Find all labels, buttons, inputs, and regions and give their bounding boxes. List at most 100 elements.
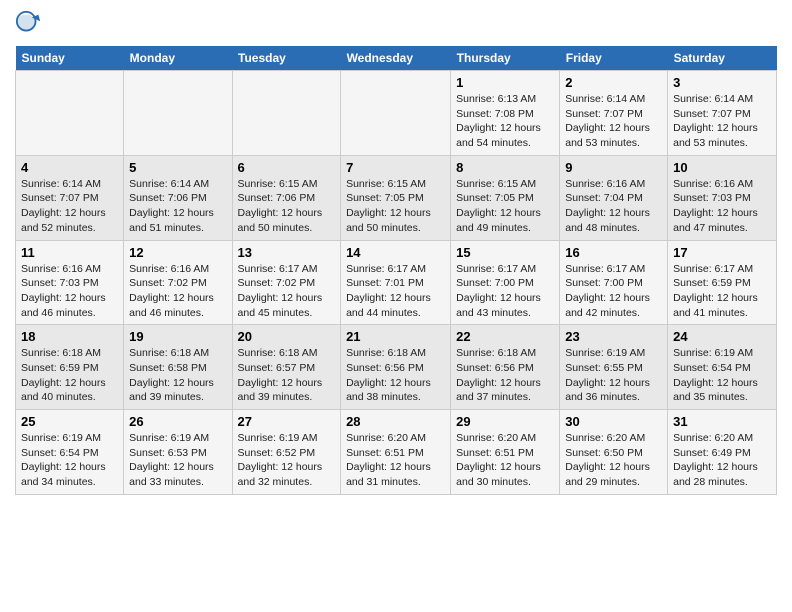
calendar-cell: 28 Sunrise: 6:20 AM Sunset: 6:51 PM Dayli… [341, 410, 451, 495]
day-info: Sunrise: 6:20 AM Sunset: 6:51 PM Dayligh… [346, 431, 445, 490]
day-number: 31 [673, 414, 771, 429]
day-info: Sunrise: 6:16 AM Sunset: 7:04 PM Dayligh… [565, 177, 662, 236]
day-number: 16 [565, 245, 662, 260]
day-info: Sunrise: 6:18 AM Sunset: 6:58 PM Dayligh… [129, 346, 226, 405]
calendar-cell [341, 71, 451, 156]
day-info: Sunrise: 6:19 AM Sunset: 6:54 PM Dayligh… [21, 431, 118, 490]
day-number: 24 [673, 329, 771, 344]
week-row-2: 4 Sunrise: 6:14 AM Sunset: 7:07 PM Daylig… [16, 155, 777, 240]
day-info: Sunrise: 6:17 AM Sunset: 7:01 PM Dayligh… [346, 262, 445, 321]
day-info: Sunrise: 6:17 AM Sunset: 6:59 PM Dayligh… [673, 262, 771, 321]
day-info: Sunrise: 6:17 AM Sunset: 7:00 PM Dayligh… [456, 262, 554, 321]
day-number: 7 [346, 160, 445, 175]
calendar-cell: 10 Sunrise: 6:16 AM Sunset: 7:03 PM Dayli… [668, 155, 777, 240]
day-info: Sunrise: 6:18 AM Sunset: 6:57 PM Dayligh… [238, 346, 336, 405]
calendar-cell: 22Sunrise: 6:18 AM Sunset: 6:56 PM Dayli… [451, 325, 560, 410]
day-info: Sunrise: 6:16 AM Sunset: 7:03 PM Dayligh… [21, 262, 118, 321]
calendar-cell: 23 Sunrise: 6:19 AM Sunset: 6:55 PM Dayli… [560, 325, 668, 410]
day-header-thursday: Thursday [451, 46, 560, 71]
calendar-cell: 9 Sunrise: 6:16 AM Sunset: 7:04 PM Daylig… [560, 155, 668, 240]
day-info: Sunrise: 6:15 AM Sunset: 7:05 PM Dayligh… [346, 177, 445, 236]
calendar-cell: 26 Sunrise: 6:19 AM Sunset: 6:53 PM Dayli… [124, 410, 232, 495]
day-info: Sunrise: 6:19 AM Sunset: 6:53 PM Dayligh… [129, 431, 226, 490]
calendar-table: SundayMondayTuesdayWednesdayThursdayFrid… [15, 46, 777, 495]
day-number: 15 [456, 245, 554, 260]
logo [15, 10, 47, 38]
day-header-friday: Friday [560, 46, 668, 71]
calendar-cell: 16 Sunrise: 6:17 AM Sunset: 7:00 PM Dayli… [560, 240, 668, 325]
day-info: Sunrise: 6:19 AM Sunset: 6:52 PM Dayligh… [238, 431, 336, 490]
day-number: 11 [21, 245, 118, 260]
week-row-1: 1 Sunrise: 6:13 AM Sunset: 7:08 PM Daylig… [16, 71, 777, 156]
day-number: 1 [456, 75, 554, 90]
day-header-saturday: Saturday [668, 46, 777, 71]
calendar-cell: 15 Sunrise: 6:17 AM Sunset: 7:00 PM Dayli… [451, 240, 560, 325]
calendar-cell: 21 Sunrise: 6:18 AM Sunset: 6:56 PM Dayli… [341, 325, 451, 410]
day-number: 20 [238, 329, 336, 344]
day-number: 14 [346, 245, 445, 260]
calendar-cell: 30 Sunrise: 6:20 AM Sunset: 6:50 PM Dayli… [560, 410, 668, 495]
day-header-sunday: Sunday [16, 46, 124, 71]
day-number: 2 [565, 75, 662, 90]
calendar-cell: 4 Sunrise: 6:14 AM Sunset: 7:07 PM Daylig… [16, 155, 124, 240]
day-number: 26 [129, 414, 226, 429]
day-number: 5 [129, 160, 226, 175]
calendar-cell: 11 Sunrise: 6:16 AM Sunset: 7:03 PM Dayli… [16, 240, 124, 325]
day-number: 23 [565, 329, 662, 344]
calendar-cell: 18 Sunrise: 6:18 AM Sunset: 6:59 PM Dayli… [16, 325, 124, 410]
day-number: 13 [238, 245, 336, 260]
calendar-cell: 31 Sunrise: 6:20 AM Sunset: 6:49 PM Dayli… [668, 410, 777, 495]
calendar-cell: 6 Sunrise: 6:15 AM Sunset: 7:06 PM Daylig… [232, 155, 341, 240]
day-info: Sunrise: 6:14 AM Sunset: 7:07 PM Dayligh… [21, 177, 118, 236]
calendar-cell: 2 Sunrise: 6:14 AM Sunset: 7:07 PM Daylig… [560, 71, 668, 156]
day-info: Sunrise: 6:14 AM Sunset: 7:06 PM Dayligh… [129, 177, 226, 236]
calendar-cell [124, 71, 232, 156]
calendar-cell [232, 71, 341, 156]
calendar-cell: 27Sunrise: 6:19 AM Sunset: 6:52 PM Dayli… [232, 410, 341, 495]
day-info: Sunrise: 6:20 AM Sunset: 6:51 PM Dayligh… [456, 431, 554, 490]
calendar-cell: 5 Sunrise: 6:14 AM Sunset: 7:06 PM Daylig… [124, 155, 232, 240]
day-info: Sunrise: 6:18 AM Sunset: 6:59 PM Dayligh… [21, 346, 118, 405]
day-number: 3 [673, 75, 771, 90]
calendar-cell: 7 Sunrise: 6:15 AM Sunset: 7:05 PM Daylig… [341, 155, 451, 240]
calendar-cell: 13Sunrise: 6:17 AM Sunset: 7:02 PM Dayli… [232, 240, 341, 325]
day-number: 8 [456, 160, 554, 175]
day-number: 21 [346, 329, 445, 344]
week-row-5: 25 Sunrise: 6:19 AM Sunset: 6:54 PM Dayli… [16, 410, 777, 495]
day-info: Sunrise: 6:17 AM Sunset: 7:00 PM Dayligh… [565, 262, 662, 321]
calendar-cell: 12 Sunrise: 6:16 AM Sunset: 7:02 PM Dayli… [124, 240, 232, 325]
day-info: Sunrise: 6:16 AM Sunset: 7:02 PM Dayligh… [129, 262, 226, 321]
day-info: Sunrise: 6:14 AM Sunset: 7:07 PM Dayligh… [565, 92, 662, 151]
day-info: Sunrise: 6:15 AM Sunset: 7:06 PM Dayligh… [238, 177, 336, 236]
day-header-wednesday: Wednesday [341, 46, 451, 71]
calendar-cell: 14 Sunrise: 6:17 AM Sunset: 7:01 PM Dayli… [341, 240, 451, 325]
day-number: 25 [21, 414, 118, 429]
day-number: 9 [565, 160, 662, 175]
day-info: Sunrise: 6:20 AM Sunset: 6:49 PM Dayligh… [673, 431, 771, 490]
calendar-cell: 29 Sunrise: 6:20 AM Sunset: 6:51 PM Dayli… [451, 410, 560, 495]
day-number: 12 [129, 245, 226, 260]
day-header-monday: Monday [124, 46, 232, 71]
calendar-cell [16, 71, 124, 156]
day-number: 29 [456, 414, 554, 429]
day-info: Sunrise: 6:13 AM Sunset: 7:08 PM Dayligh… [456, 92, 554, 151]
day-number: 10 [673, 160, 771, 175]
header-row: SundayMondayTuesdayWednesdayThursdayFrid… [16, 46, 777, 71]
logo-icon [15, 10, 43, 38]
calendar-cell: 17Sunrise: 6:17 AM Sunset: 6:59 PM Dayli… [668, 240, 777, 325]
day-number: 4 [21, 160, 118, 175]
day-info: Sunrise: 6:18 AM Sunset: 6:56 PM Dayligh… [346, 346, 445, 405]
day-header-tuesday: Tuesday [232, 46, 341, 71]
day-number: 6 [238, 160, 336, 175]
day-number: 18 [21, 329, 118, 344]
day-info: Sunrise: 6:19 AM Sunset: 6:55 PM Dayligh… [565, 346, 662, 405]
day-info: Sunrise: 6:14 AM Sunset: 7:07 PM Dayligh… [673, 92, 771, 151]
day-number: 19 [129, 329, 226, 344]
day-info: Sunrise: 6:18 AM Sunset: 6:56 PM Dayligh… [456, 346, 554, 405]
header [15, 10, 777, 38]
calendar-cell: 1 Sunrise: 6:13 AM Sunset: 7:08 PM Daylig… [451, 71, 560, 156]
day-info: Sunrise: 6:16 AM Sunset: 7:03 PM Dayligh… [673, 177, 771, 236]
day-number: 30 [565, 414, 662, 429]
day-number: 28 [346, 414, 445, 429]
day-info: Sunrise: 6:20 AM Sunset: 6:50 PM Dayligh… [565, 431, 662, 490]
